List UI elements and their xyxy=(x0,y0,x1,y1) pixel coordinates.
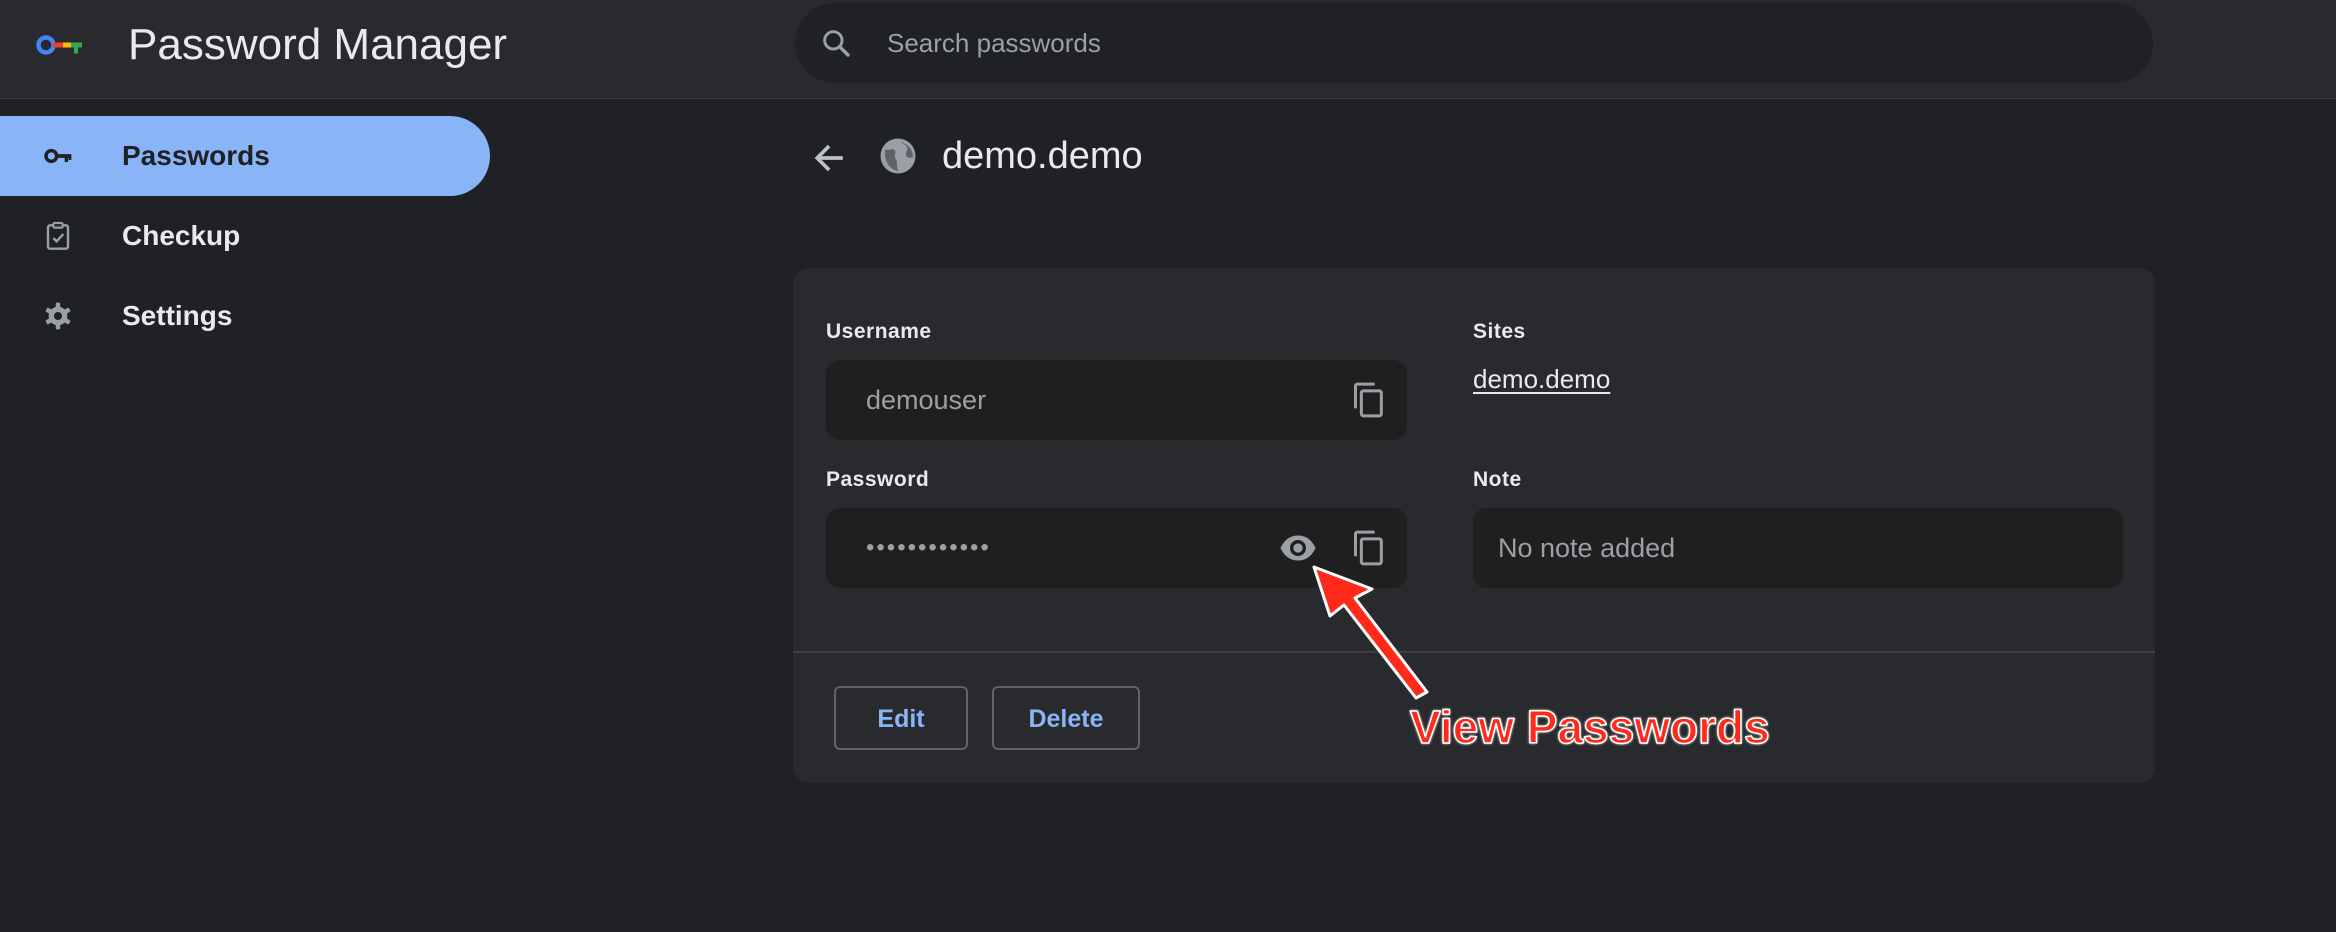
sidebar-item-settings[interactable]: Settings xyxy=(0,276,490,356)
password-label: Password xyxy=(826,468,930,491)
annotation-arrow-icon xyxy=(1312,565,1429,700)
app-title: Password Manager xyxy=(128,20,508,69)
search-icon xyxy=(823,30,850,57)
password-key-logo-icon xyxy=(36,35,82,55)
password-value: •••••••••••• xyxy=(866,534,991,561)
page-title: demo.demo xyxy=(942,135,1143,177)
sidebar-item-label: Checkup xyxy=(122,220,241,251)
search-input[interactable] xyxy=(885,3,2125,83)
sidebar-item-checkup[interactable]: Checkup xyxy=(0,196,490,276)
site-link[interactable]: demo.demo xyxy=(1473,364,1610,395)
delete-button[interactable]: Delete xyxy=(992,686,1140,750)
username-label: Username xyxy=(826,320,932,343)
note-field: No note added xyxy=(1473,508,2123,588)
top-app-bar: Password Manager xyxy=(0,0,2336,99)
clipboard-check-icon xyxy=(46,221,70,250)
sidebar-item-passwords[interactable]: Passwords xyxy=(0,116,490,196)
key-icon xyxy=(44,148,72,164)
copy-username-icon[interactable] xyxy=(1348,380,1388,420)
sidebar-item-label: Passwords xyxy=(122,140,270,171)
sidebar-item-label: Settings xyxy=(122,300,233,331)
globe-icon xyxy=(880,138,916,174)
username-value: demouser xyxy=(866,385,987,415)
gear-icon xyxy=(45,302,71,330)
note-label: Note xyxy=(1473,468,1522,491)
username-field: demouser xyxy=(826,360,1407,440)
annotation-label: View Passwords xyxy=(1409,700,1770,754)
back-arrow-icon[interactable] xyxy=(808,136,852,180)
note-value: No note added xyxy=(1498,533,1676,563)
edit-button[interactable]: Edit xyxy=(834,686,968,750)
card-divider xyxy=(793,651,2155,653)
search-bar[interactable] xyxy=(795,3,2153,83)
sites-label: Sites xyxy=(1473,320,1526,343)
